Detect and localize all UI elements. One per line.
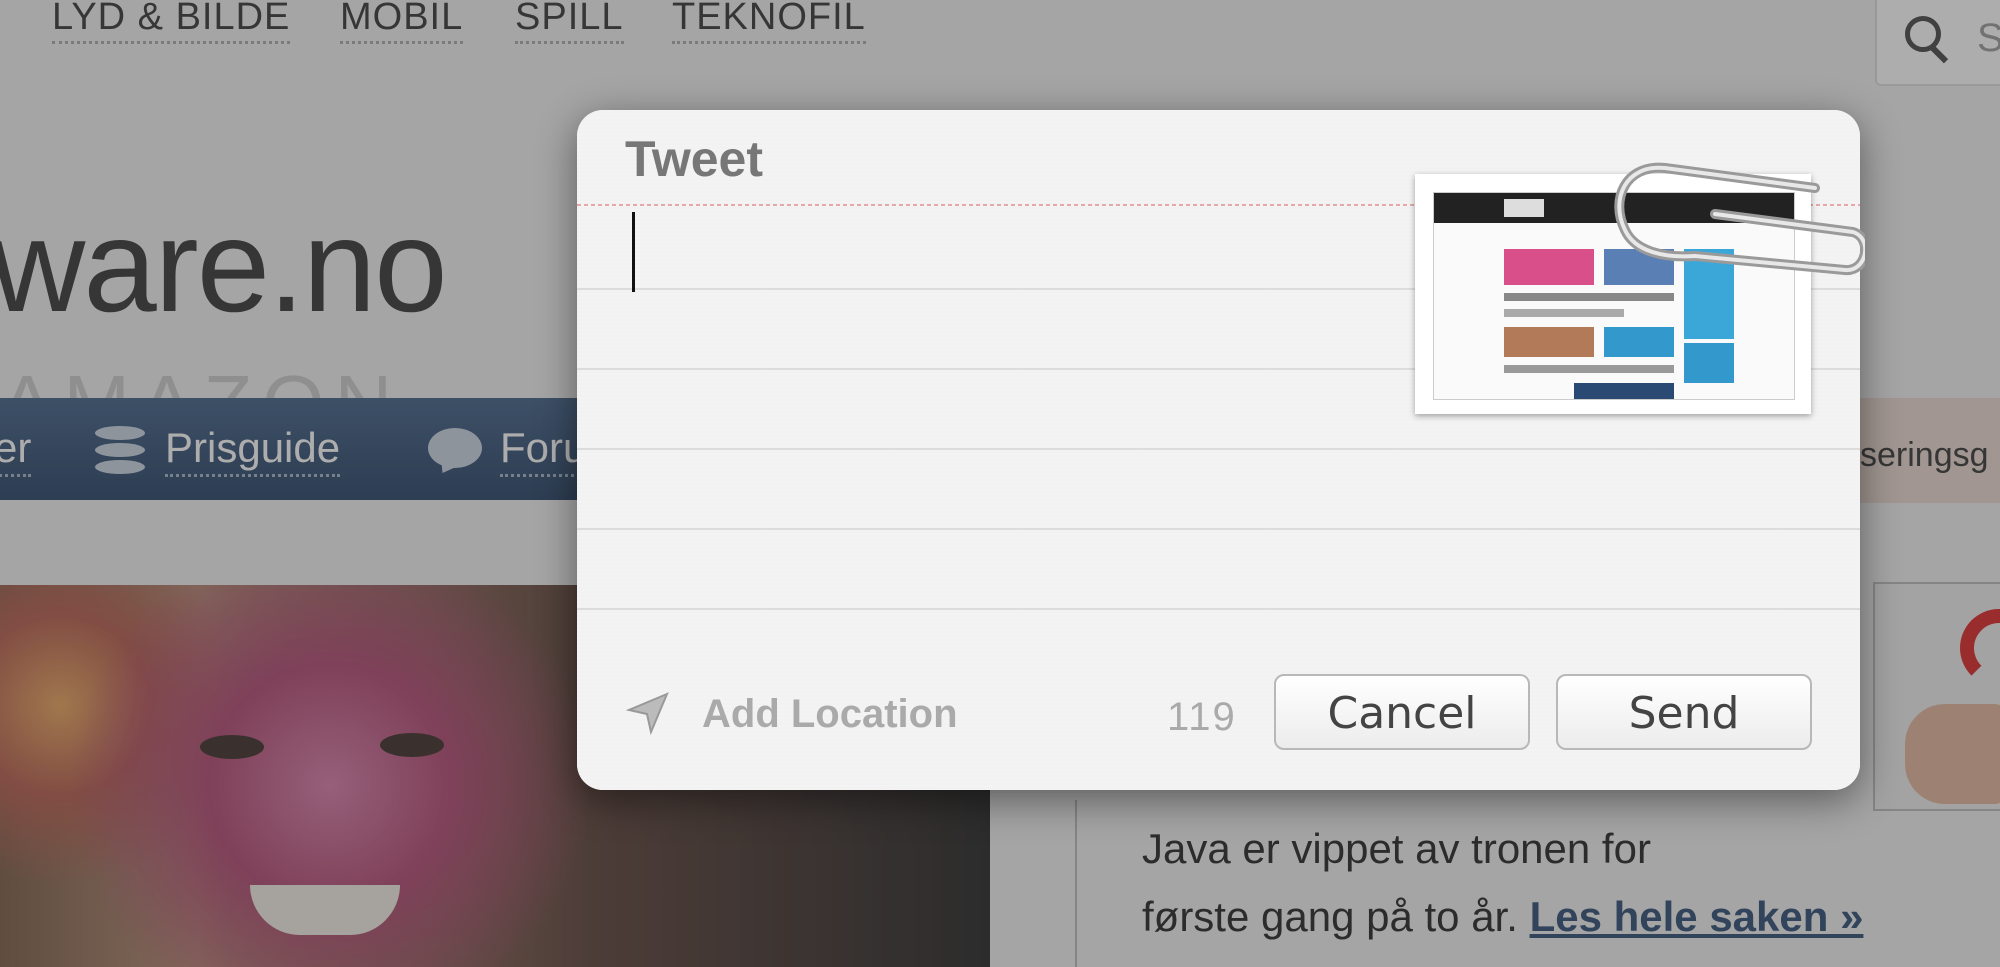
paper-rule	[577, 448, 1860, 450]
paper-rule	[577, 528, 1860, 530]
add-location-button[interactable]: Add Location	[702, 692, 958, 737]
tweet-sheet: Tweet Add Location 119 Cancel Send	[577, 110, 1865, 790]
paperclip-icon	[1614, 162, 1865, 275]
location-arrow-icon[interactable]	[625, 690, 671, 736]
tweet-text-input[interactable]	[632, 212, 635, 292]
paper-rule	[577, 608, 1860, 610]
sheet-title: Tweet	[625, 131, 763, 187]
send-button[interactable]: Send	[1556, 674, 1812, 750]
cancel-button[interactable]: Cancel	[1274, 674, 1530, 750]
character-count: 119	[1167, 695, 1237, 739]
